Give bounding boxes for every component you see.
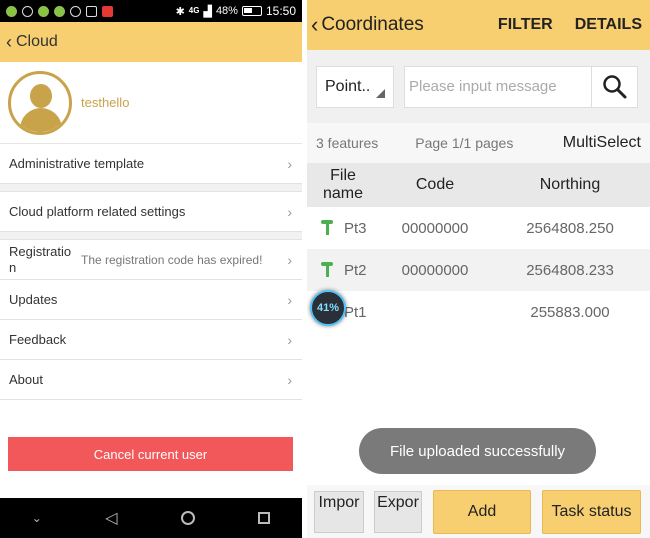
menu-item-administrative-template[interactable]: Administrative template › [0, 144, 302, 184]
feature-count: 3 features [316, 135, 379, 151]
menu-item-cloud-settings[interactable]: Cloud platform related settings › [0, 192, 302, 232]
column-header-code[interactable]: Code [379, 176, 491, 194]
northing-cell: 255883.000 [530, 303, 610, 321]
bottom-action-bar: Impor Expor Add Task status [307, 485, 650, 538]
user-head-icon [30, 83, 52, 108]
export-button[interactable]: Expor [374, 490, 422, 533]
signal-icon: ▟ [203, 5, 212, 18]
task-status-button[interactable]: Task status [542, 489, 641, 534]
cloud-app-bar: ‹ Cloud [0, 22, 302, 62]
user-body-icon [20, 107, 62, 132]
chevron-right-icon: › [287, 203, 292, 220]
search-input[interactable] [404, 65, 592, 108]
table-header: File name Code Northing [307, 163, 650, 207]
toast-message: File uploaded successfully [359, 428, 596, 474]
northing-cell: 2564808.233 [526, 261, 614, 279]
page-indicator: Page 1/1 pages [415, 135, 514, 151]
point-pin-icon [320, 262, 334, 278]
name-cell: Pt2 [307, 262, 379, 279]
app-notification-icon [54, 5, 65, 17]
upload-progress-indicator: 41% [310, 290, 346, 326]
chevron-down-icon[interactable]: ⌄ [32, 511, 42, 525]
list-info-row: 3 features Page 1/1 pages MultiSelect [307, 123, 650, 163]
table-row[interactable]: Pt2 00000000 2564808.233 [307, 249, 650, 291]
type-select[interactable]: Point.. [316, 65, 394, 108]
notification-icons [6, 5, 113, 17]
registration-status: The registration code has expired! [81, 252, 263, 267]
code-cell: 00000000 [401, 219, 469, 237]
menu-item-updates[interactable]: Updates › [0, 280, 302, 320]
chevron-right-icon: › [287, 291, 292, 308]
battery-icon [241, 6, 262, 16]
status-bar: ✱ 4G ▟ 48% 15:50 [0, 0, 302, 22]
menu-item-label: Feedback [9, 332, 67, 347]
car-icon [22, 5, 33, 17]
app-notification-icon [6, 5, 17, 17]
point-pin-icon [320, 220, 334, 236]
page-title: Coordinates [321, 14, 424, 35]
menu-item-feedback[interactable]: Feedback › [0, 320, 302, 360]
menu-item-label: Cloud platform related settings [9, 204, 186, 219]
app-notification-icon [38, 5, 49, 17]
multiselect-button[interactable]: MultiSelect [563, 134, 641, 152]
table-row[interactable]: Pt1 255883.000 [307, 291, 650, 333]
nav-home-icon[interactable] [180, 511, 195, 525]
name-cell: Pt3 [307, 220, 379, 237]
menu-item-label: Administrative template [9, 156, 145, 171]
menu-item-label: Updates [9, 292, 58, 307]
chevron-right-icon: › [287, 331, 292, 348]
add-button[interactable]: Add [433, 489, 531, 534]
back-arrow-icon[interactable]: ‹ [6, 32, 12, 53]
coordinates-app-bar: ‹ Coordinates FILTER DETAILS [307, 0, 650, 50]
chevron-right-icon: › [287, 251, 292, 268]
chevron-right-icon: › [287, 371, 292, 388]
import-button[interactable]: Impor [314, 490, 364, 533]
coordinates-screen: ‹ Coordinates FILTER DETAILS Point.. 3 f… [307, 0, 650, 538]
menu-item-registration[interactable]: Registration The registration code has e… [0, 240, 302, 280]
gallery-icon [86, 5, 97, 17]
section-divider [0, 232, 302, 240]
column-header-northing[interactable]: Northing [491, 176, 649, 194]
nav-back-icon[interactable]: ◁ [105, 508, 117, 528]
bluetooth-icon: ✱ [175, 5, 185, 18]
search-icon [602, 74, 626, 98]
point-name: Pt3 [344, 219, 367, 237]
table-row[interactable]: Pt3 00000000 2564808.250 [307, 207, 650, 249]
location-icon [70, 5, 81, 17]
details-button[interactable]: DETAILS [575, 16, 642, 34]
point-name: Pt1 [344, 303, 367, 321]
app-icon [102, 5, 113, 17]
column-header-file-name[interactable]: File name [307, 167, 379, 203]
search-row: Point.. [307, 50, 650, 123]
northing-cell: 2564808.250 [526, 219, 614, 237]
cancel-user-button[interactable]: Cancel current user [8, 437, 293, 471]
back-arrow-icon[interactable]: ‹ [311, 12, 318, 38]
cloud-screen: ✱ 4G ▟ 48% 15:50 ‹ Cloud testhello Admin… [0, 0, 302, 538]
user-profile[interactable]: testhello [0, 62, 302, 144]
dropdown-caret-icon [376, 88, 385, 98]
battery-percent: 48% [215, 5, 238, 17]
username: testhello [81, 95, 130, 110]
system-nav-bar: ⌄ ◁ [0, 498, 302, 538]
avatar [8, 70, 72, 135]
menu-item-about[interactable]: About › [0, 360, 302, 400]
code-cell: 00000000 [401, 261, 469, 279]
menu-item-label: About [9, 372, 43, 387]
type-select-value: Point.. [325, 77, 371, 95]
filter-button[interactable]: FILTER [498, 16, 553, 34]
nav-recents-icon[interactable] [258, 512, 271, 524]
clock: 15:50 [265, 4, 296, 18]
chevron-right-icon: › [287, 155, 292, 172]
point-name: Pt2 [344, 261, 367, 279]
search-button[interactable] [592, 65, 638, 108]
menu-item-label: Registration [9, 243, 72, 275]
network-type: 4G [188, 6, 200, 15]
section-divider [0, 184, 302, 192]
page-title: Cloud [16, 33, 58, 50]
